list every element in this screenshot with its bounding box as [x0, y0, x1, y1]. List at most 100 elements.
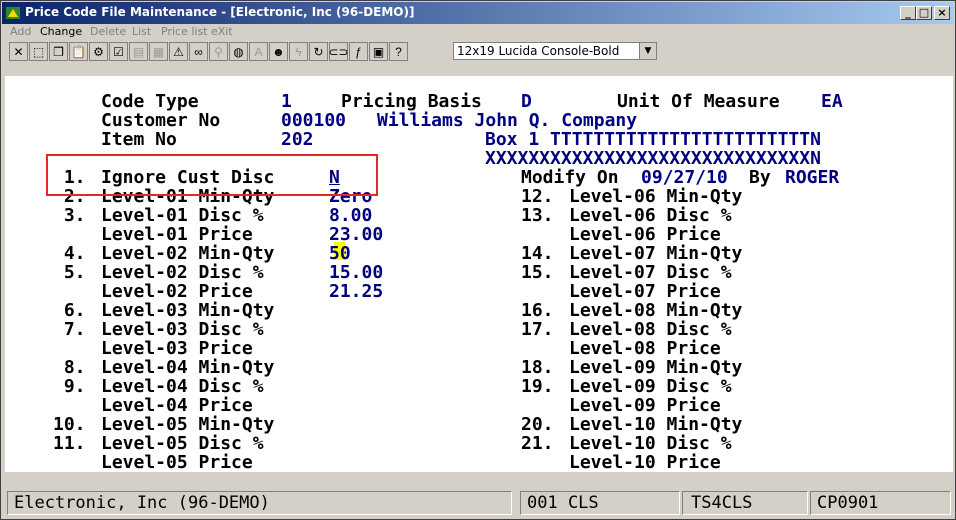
modify-user: ROGER: [785, 167, 840, 188]
globe-icon[interactable]: ◍: [229, 42, 248, 61]
customer-label: Customer No: [101, 110, 221, 131]
user-icon[interactable]: ☻: [269, 42, 288, 61]
field-number: 16.: [521, 300, 554, 321]
minimize-button[interactable]: _: [900, 6, 916, 20]
calculator-icon[interactable]: ▣: [369, 42, 388, 61]
highlight-annotation: [46, 154, 378, 196]
lightning-icon[interactable]: ϟ: [289, 42, 308, 61]
status-cls: 001 CLS: [520, 491, 680, 515]
field-label: Level-02 Disc %: [101, 262, 264, 283]
restore-button[interactable]: □: [916, 6, 932, 20]
function-icon[interactable]: ƒ: [349, 42, 368, 61]
field-label: Level-01 Disc %: [101, 205, 264, 226]
field-number: 6.: [53, 300, 86, 321]
close-button[interactable]: ×: [934, 6, 950, 20]
field-number: 19.: [521, 376, 554, 397]
menu-delete[interactable]: Delete: [90, 25, 126, 38]
alert-icon[interactable]: ⚠: [169, 42, 188, 61]
field-label: Level-10 Disc %: [569, 433, 732, 454]
pricing-basis-value: D: [521, 91, 532, 112]
refresh-icon[interactable]: ↻: [309, 42, 328, 61]
field-value[interactable]: 50: [329, 244, 351, 263]
item-desc-1: Box 1 TTTTTTTTTTTTTTTTTTTTTTTTN: [485, 129, 821, 150]
notes-icon[interactable]: ▤: [129, 42, 148, 61]
customer-name: Williams John Q. Company: [377, 110, 638, 131]
field-value[interactable]: 21.25: [329, 282, 383, 301]
title-bar[interactable]: Price Code File Maintenance - [Electroni…: [2, 2, 954, 24]
select-icon[interactable]: ⬚: [29, 42, 48, 61]
field-label: Level-09 Price: [569, 395, 721, 416]
field-number: 20.: [521, 414, 554, 435]
field-label: Level-01 Price: [101, 224, 253, 245]
menu-bar: Add Change Delete List Price list eXit: [2, 24, 952, 41]
menu-price-list[interactable]: Price list: [161, 25, 208, 38]
menu-exit[interactable]: eXit: [211, 25, 233, 38]
link-icon[interactable]: ⊂⊃: [328, 42, 349, 61]
field-number: 3.: [53, 205, 86, 226]
field-label: Level-03 Disc %: [101, 319, 264, 340]
app-icon: [6, 7, 20, 19]
field-label: Level-10 Min-Qty: [569, 414, 743, 435]
code-type-value: 1: [281, 91, 292, 112]
field-label: Level-02 Min-Qty: [101, 243, 275, 264]
field-value[interactable]: 23.00: [329, 225, 383, 244]
field-label: Level-06 Price: [569, 224, 721, 245]
settings-icon[interactable]: ⚙: [89, 42, 108, 61]
customer-number: 000100: [281, 110, 347, 131]
menu-change[interactable]: Change: [40, 25, 82, 38]
field-number: 4.: [53, 243, 86, 264]
field-label: Level-08 Disc %: [569, 319, 732, 340]
field-number: 13.: [521, 205, 554, 226]
status-program: CP0901: [810, 491, 951, 515]
window-title: Price Code File Maintenance - [Electroni…: [25, 5, 415, 19]
field-label: Level-04 Min-Qty: [101, 357, 275, 378]
status-bar: Electronic, Inc (96-DEMO) 001 CLS TS4CLS…: [3, 491, 953, 517]
by-label: By: [749, 167, 771, 188]
copy-icon[interactable]: ❐: [49, 42, 68, 61]
field-number: 7.: [53, 319, 86, 340]
print-icon[interactable]: ▦: [149, 42, 168, 61]
field-value[interactable]: 8.00: [329, 206, 372, 225]
field-label: Level-09 Disc %: [569, 376, 732, 397]
status-terminal: TS4CLS: [682, 491, 808, 515]
uom-value: EA: [821, 91, 843, 112]
field-number: 10.: [53, 414, 86, 435]
field-number: 14.: [521, 243, 554, 264]
field-label: Level-04 Price: [101, 395, 253, 416]
field-label: Level-04 Disc %: [101, 376, 264, 397]
item-number: 202: [281, 129, 314, 150]
field-label: Level-08 Min-Qty: [569, 300, 743, 321]
field-number: 15.: [521, 262, 554, 283]
field-number: 8.: [53, 357, 86, 378]
binoculars-icon[interactable]: ∞: [189, 42, 208, 61]
field-value[interactable]: 15.00: [329, 263, 383, 282]
code-type-label: Code Type: [101, 91, 199, 112]
font-dropdown[interactable]: 12x19 Lucida Console-Bold ▼: [453, 42, 657, 60]
field-label: Level-10 Price: [569, 452, 721, 472]
item-desc-2: XXXXXXXXXXXXXXXXXXXXXXXXXXXXXXN: [485, 148, 821, 169]
zoom-icon[interactable]: ⚲: [209, 42, 228, 61]
field-label: Level-07 Disc %: [569, 262, 732, 283]
field-label: Level-07 Min-Qty: [569, 243, 743, 264]
field-label: Level-03 Price: [101, 338, 253, 359]
field-label: Level-06 Min-Qty: [569, 186, 743, 207]
terminal-screen: Code Type 1 Pricing Basis D Unit Of Meas…: [5, 76, 953, 472]
field-label: Level-02 Price: [101, 281, 253, 302]
close-x-icon[interactable]: ✕: [9, 42, 28, 61]
field-label: Level-09 Min-Qty: [569, 357, 743, 378]
modify-label: Modify On: [521, 167, 619, 188]
help-icon[interactable]: ?: [389, 42, 408, 61]
field-number: 18.: [521, 357, 554, 378]
paste-icon[interactable]: 📋: [69, 42, 88, 61]
item-label: Item No: [101, 129, 177, 150]
chevron-down-icon[interactable]: ▼: [639, 43, 656, 59]
field-label: Level-05 Min-Qty: [101, 414, 275, 435]
menu-add[interactable]: Add: [10, 25, 31, 38]
font-icon[interactable]: A: [249, 42, 268, 61]
app-window: Price Code File Maintenance - [Electroni…: [0, 0, 956, 520]
field-number: 17.: [521, 319, 554, 340]
properties-icon[interactable]: ☑: [109, 42, 128, 61]
field-label: Level-06 Disc %: [569, 205, 732, 226]
field-label: Level-03 Min-Qty: [101, 300, 275, 321]
menu-list[interactable]: List: [132, 25, 151, 38]
